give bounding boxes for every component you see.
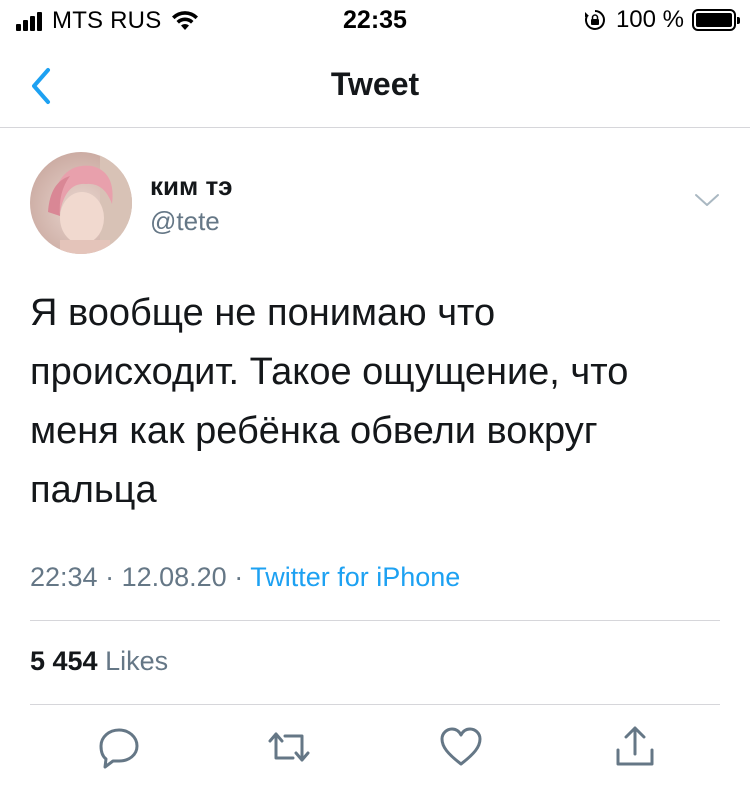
avatar[interactable]: [30, 152, 132, 254]
chevron-down-icon[interactable]: [693, 190, 721, 210]
nav-bar: Tweet: [0, 44, 750, 128]
status-bar: MTS RUS 22:35 100 %: [0, 0, 750, 40]
display-name[interactable]: ким тэ: [150, 171, 233, 202]
status-right: 100 %: [584, 6, 740, 34]
tweet-text: Я вообще не понимаю что происходит. Тако…: [30, 292, 629, 511]
like-icon[interactable]: [438, 724, 484, 770]
meta-separator: ·: [234, 562, 251, 592]
tweet-time: 22:34: [30, 562, 98, 592]
likes-label: Likes: [105, 646, 169, 676]
likes-count: 5 454: [30, 646, 98, 676]
divider: [30, 620, 720, 621]
likes-stat[interactable]: 5 454 Likes: [30, 646, 168, 677]
tweet-date: 12.08.20: [121, 562, 227, 592]
retweet-icon[interactable]: [266, 724, 312, 770]
reply-icon[interactable]: [96, 724, 142, 770]
page-title: Tweet: [330, 66, 420, 102]
share-icon[interactable]: [612, 724, 658, 770]
tweet-source-link[interactable]: Twitter for iPhone: [250, 562, 460, 592]
avatar-image: [30, 152, 132, 254]
user-handle[interactable]: @tete: [150, 206, 220, 237]
rotation-lock-icon: [584, 10, 605, 30]
action-bar: [0, 724, 750, 774]
battery-icon: [692, 9, 740, 31]
tweet-meta: 22:34 · 12.08.20 · Twitter for iPhone: [30, 562, 460, 593]
battery-percent: 100 %: [615, 6, 684, 33]
divider: [30, 704, 720, 705]
meta-separator: ·: [105, 562, 122, 592]
